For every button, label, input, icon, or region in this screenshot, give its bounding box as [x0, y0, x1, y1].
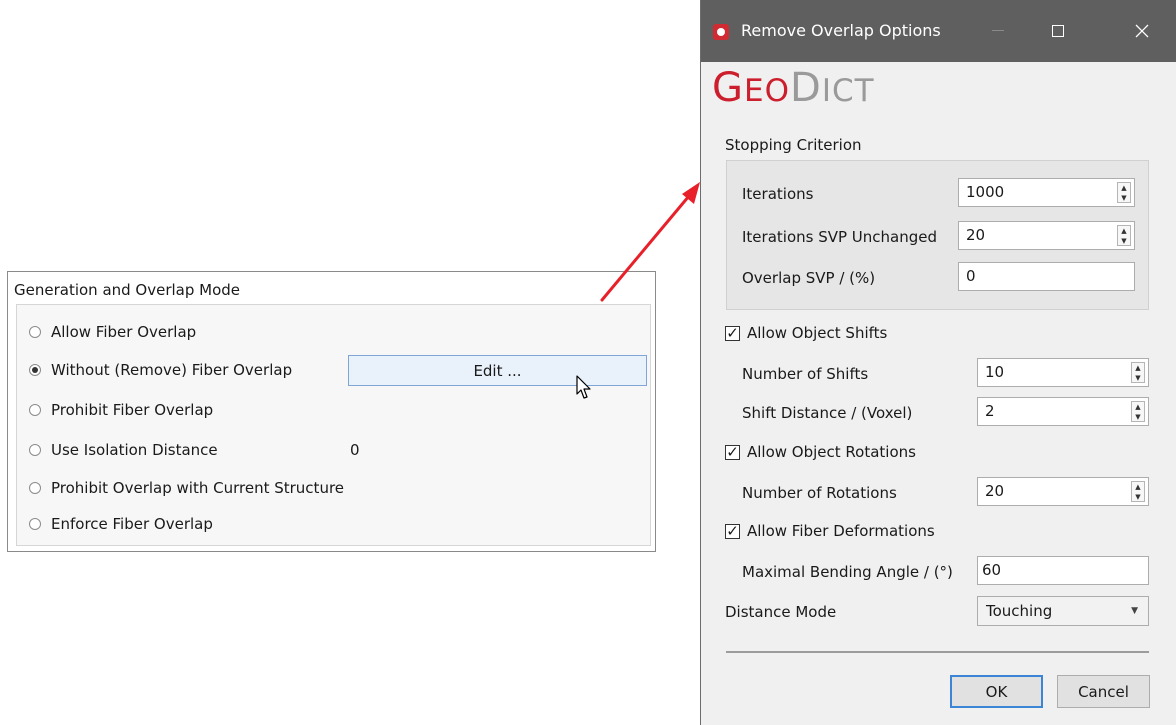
- distance-mode-select[interactable]: Touching ▼: [977, 596, 1149, 626]
- annotation-arrow-icon: [600, 182, 700, 302]
- radio-button[interactable]: [29, 326, 41, 338]
- radio-label: Prohibit Fiber Overlap: [51, 401, 214, 419]
- number-of-shifts-spinbox[interactable]: 10 ▲ ▼: [977, 358, 1149, 387]
- edit-button[interactable]: Edit ...: [348, 355, 647, 386]
- allow-fiber-deformations-checkbox[interactable]: ✓ Allow Fiber Deformations: [725, 520, 935, 542]
- radio-button[interactable]: [29, 444, 41, 456]
- radio-label: Enforce Fiber Overlap: [51, 515, 213, 533]
- spin-arrows[interactable]: ▲ ▼: [1131, 401, 1145, 422]
- app-icon: [713, 24, 729, 40]
- close-icon[interactable]: [1119, 15, 1165, 47]
- radio-prohibit-overlap-current-structure[interactable]: Prohibit Overlap with Current Structure: [29, 477, 344, 499]
- spin-arrows[interactable]: ▲ ▼: [1131, 481, 1145, 502]
- maximal-bending-angle-label: Maximal Bending Angle / (°): [742, 563, 953, 581]
- overlap-mode-group: Allow Fiber Overlap Without (Remove) Fib…: [16, 304, 651, 546]
- radio-button[interactable]: [29, 404, 41, 416]
- spin-arrows[interactable]: ▲ ▼: [1131, 362, 1145, 383]
- radio-enforce-fiber-overlap[interactable]: Enforce Fiber Overlap: [29, 513, 213, 535]
- ok-button[interactable]: OK: [950, 675, 1043, 708]
- chevron-down-icon: ▼: [1131, 606, 1138, 616]
- remove-overlap-options-dialog: Remove Overlap Options GEODICT Stopping …: [700, 0, 1176, 725]
- cancel-button[interactable]: Cancel: [1057, 675, 1150, 708]
- spin-up-icon[interactable]: ▲: [1118, 183, 1130, 192]
- radio-button[interactable]: [29, 518, 41, 530]
- radio-label: Without (Remove) Fiber Overlap: [51, 361, 293, 379]
- radio-allow-fiber-overlap[interactable]: Allow Fiber Overlap: [29, 321, 196, 343]
- radio-label: Use Isolation Distance: [51, 441, 218, 459]
- radio-prohibit-fiber-overlap[interactable]: Prohibit Fiber Overlap: [29, 399, 213, 421]
- checkbox-checked-icon[interactable]: ✓: [725, 325, 740, 341]
- mouse-pointer-icon: [576, 375, 591, 399]
- spin-arrows[interactable]: ▲ ▼: [1117, 182, 1131, 203]
- spin-up-icon[interactable]: ▲: [1132, 482, 1144, 491]
- spin-down-icon[interactable]: ▼: [1132, 412, 1144, 421]
- allow-object-shifts-checkbox[interactable]: ✓ Allow Object Shifts: [725, 322, 887, 344]
- spin-down-icon[interactable]: ▼: [1118, 193, 1130, 202]
- allow-object-rotations-checkbox[interactable]: ✓ Allow Object Rotations: [725, 441, 916, 463]
- maximize-icon[interactable]: [1035, 15, 1081, 47]
- overlap-svp-input[interactable]: 0: [958, 262, 1135, 291]
- radio-button[interactable]: [29, 482, 41, 494]
- radio-label: Prohibit Overlap with Current Structure: [51, 479, 345, 497]
- overlap-svp-label: Overlap SVP / (%): [742, 269, 876, 287]
- spin-down-icon[interactable]: ▼: [1132, 373, 1144, 382]
- iterations-label: Iterations: [742, 185, 814, 203]
- stopping-criterion-heading: Stopping Criterion: [725, 136, 862, 154]
- radio-button-selected[interactable]: [29, 364, 41, 376]
- divider: [726, 651, 1149, 653]
- spin-down-icon[interactable]: ▼: [1118, 236, 1130, 245]
- number-of-rotations-spinbox[interactable]: 20 ▲ ▼: [977, 477, 1149, 506]
- isolation-distance-value: 0: [350, 441, 360, 459]
- distance-mode-label: Distance Mode: [725, 603, 837, 621]
- spin-up-icon[interactable]: ▲: [1132, 402, 1144, 411]
- shift-distance-spinbox[interactable]: 2 ▲ ▼: [977, 397, 1149, 426]
- iterations-svp-unchanged-spinbox[interactable]: 20 ▲ ▼: [958, 221, 1135, 250]
- spin-down-icon[interactable]: ▼: [1132, 492, 1144, 501]
- checkbox-checked-icon[interactable]: ✓: [725, 444, 740, 460]
- spin-arrows[interactable]: ▲ ▼: [1117, 225, 1131, 246]
- radio-use-isolation-distance[interactable]: Use Isolation Distance: [29, 439, 218, 461]
- iterations-spinbox[interactable]: 1000 ▲ ▼: [958, 178, 1135, 207]
- minimize-icon[interactable]: [975, 15, 1021, 47]
- number-of-rotations-label: Number of Rotations: [742, 484, 897, 502]
- radio-label: Allow Fiber Overlap: [51, 323, 197, 341]
- radio-without-remove-fiber-overlap[interactable]: Without (Remove) Fiber Overlap: [29, 359, 292, 381]
- window-title: Remove Overlap Options: [741, 21, 941, 40]
- geodict-logo: GEODICT: [712, 65, 875, 111]
- generation-overlap-mode-panel: Generation and Overlap Mode Allow Fiber …: [7, 271, 656, 552]
- panel-title: Generation and Overlap Mode: [14, 281, 241, 299]
- maximal-bending-angle-input[interactable]: 60: [977, 556, 1149, 585]
- iterations-svp-unchanged-label: Iterations SVP Unchanged: [742, 228, 938, 246]
- checkbox-checked-icon[interactable]: ✓: [725, 523, 740, 539]
- title-bar[interactable]: Remove Overlap Options: [701, 0, 1176, 62]
- spin-up-icon[interactable]: ▲: [1132, 363, 1144, 372]
- number-of-shifts-label: Number of Shifts: [742, 365, 869, 383]
- shift-distance-label: Shift Distance / (Voxel): [742, 404, 913, 422]
- spin-up-icon[interactable]: ▲: [1118, 226, 1130, 235]
